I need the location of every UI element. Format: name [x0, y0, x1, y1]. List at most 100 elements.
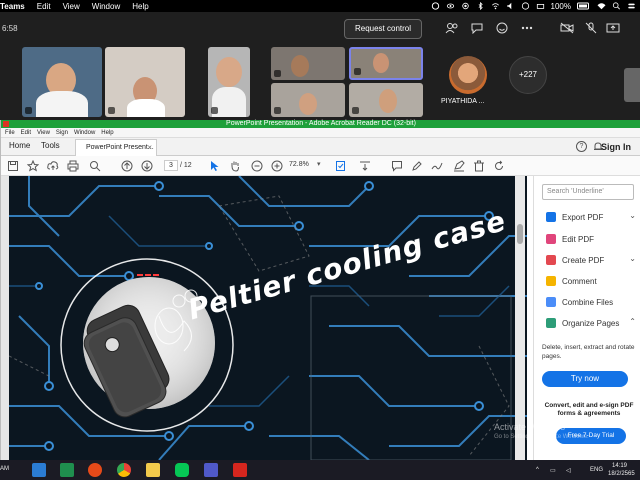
menu-window[interactable]: Window [92, 2, 120, 11]
speaker-icon[interactable]: ◁ [566, 467, 571, 474]
tab-tools[interactable]: Tools [41, 141, 60, 150]
tab-home[interactable]: Home [9, 141, 30, 150]
participant-video-tile[interactable] [271, 47, 345, 80]
participant-video-tile[interactable] [22, 47, 102, 117]
more-options-icon[interactable] [520, 22, 534, 34]
tray-chevron-icon[interactable]: ^ [536, 467, 539, 473]
menu-window[interactable]: Window [74, 130, 95, 136]
bluetooth-icon[interactable] [476, 2, 485, 10]
mic-off-icon[interactable] [584, 22, 598, 34]
tab-document[interactable]: PowerPoint Present... × [75, 139, 157, 156]
tool-export-pdf[interactable]: Export PDF ⌄ [546, 210, 636, 224]
cloud-upload-icon[interactable] [47, 160, 59, 172]
try-now-button[interactable]: Try now [542, 371, 628, 387]
teams-icon[interactable] [204, 463, 218, 477]
tools-search-input[interactable]: Search 'Underline' [542, 184, 634, 200]
zoom-dropdown-icon[interactable]: ▾ [317, 160, 321, 168]
participant-video-tile[interactable] [349, 83, 423, 117]
taskbar-date[interactable]: 18/2/2565 [608, 471, 635, 477]
participant-video-tile[interactable] [105, 47, 185, 117]
help-circle-icon[interactable] [521, 2, 530, 10]
excel-icon[interactable] [60, 463, 74, 477]
meeting-timer: 6:58 [2, 24, 18, 33]
windows-start-icon[interactable] [32, 463, 46, 477]
close-tab-icon[interactable]: × [147, 143, 152, 152]
participant-avatar[interactable] [449, 56, 487, 94]
eye-icon[interactable] [446, 2, 455, 10]
tool-organize-pages[interactable]: Organize Pages ⌃ [546, 316, 636, 330]
menu-file[interactable]: File [5, 130, 15, 136]
participant-video-tile-active[interactable] [349, 47, 423, 80]
menu-view[interactable]: View [63, 2, 80, 11]
draw-icon[interactable] [431, 160, 443, 172]
previous-page-icon[interactable] [121, 160, 133, 172]
highlight-pen-icon[interactable] [411, 160, 423, 172]
zoom-level-select[interactable]: 72.8% [289, 161, 309, 168]
fit-page-icon[interactable] [335, 160, 347, 172]
camera-off-icon[interactable] [560, 22, 574, 34]
chat-icon[interactable] [470, 22, 484, 34]
wifi-tray-icon[interactable] [491, 2, 500, 10]
chevron-down-icon[interactable]: ⌄ [629, 211, 636, 220]
pdf-page-view[interactable]: Peltier cooling case [9, 176, 527, 460]
select-cursor-icon[interactable] [209, 160, 221, 172]
control-center-icon[interactable] [627, 2, 636, 10]
scrollbar-thumb[interactable] [517, 224, 523, 244]
more-participants-button[interactable]: +227 [509, 56, 547, 94]
tool-create-pdf[interactable]: Create PDF ⌄ [546, 253, 636, 267]
chevron-down-icon[interactable]: ⌄ [629, 254, 636, 263]
delete-icon[interactable] [473, 160, 485, 172]
bookmark-star-icon[interactable] [27, 160, 39, 172]
hand-tool-icon[interactable] [229, 160, 241, 172]
fill-sign-icon[interactable] [453, 160, 465, 172]
chevron-up-icon[interactable]: ⌃ [629, 317, 636, 326]
tool-edit-pdf[interactable]: Edit PDF [546, 232, 636, 246]
participant-video-tile[interactable] [271, 83, 345, 117]
tool-comment[interactable]: Comment [546, 274, 636, 288]
participant-shirt [127, 99, 165, 117]
menu-view[interactable]: View [37, 130, 50, 136]
file-explorer-icon[interactable] [146, 463, 160, 477]
request-control-button[interactable]: Request control [344, 19, 422, 39]
menu-help[interactable]: Help [101, 130, 113, 136]
chrome-icon[interactable] [117, 463, 131, 477]
people-icon[interactable] [445, 22, 459, 34]
menu-help[interactable]: Help [132, 2, 148, 11]
menu-app-teams[interactable]: Teams [0, 2, 25, 11]
menu-edit[interactable]: Edit [37, 2, 51, 11]
reactions-icon[interactable] [495, 22, 509, 34]
tray-app-icon[interactable] [431, 2, 440, 10]
rotate-icon[interactable] [493, 160, 505, 172]
tool-combine-files[interactable]: Combine Files [546, 295, 636, 309]
language-indicator[interactable]: ENG [590, 467, 603, 473]
spotlight-icon[interactable] [612, 2, 621, 10]
share-icon[interactable] [606, 22, 620, 34]
search-icon[interactable] [89, 160, 101, 172]
menu-edit[interactable]: Edit [21, 130, 31, 136]
media-app-icon[interactable] [88, 463, 102, 477]
save-icon[interactable] [7, 160, 19, 172]
next-page-icon[interactable] [141, 160, 153, 172]
acrobat-taskbar-icon[interactable] [233, 463, 247, 477]
zoom-in-icon[interactable] [271, 160, 283, 172]
scroll-mode-icon[interactable] [359, 160, 371, 172]
participant-video-tile[interactable] [208, 47, 250, 117]
line-icon[interactable] [175, 463, 189, 477]
wifi-icon[interactable] [597, 2, 606, 10]
record-icon[interactable] [461, 2, 470, 10]
taskbar-time[interactable]: 14:19 [612, 463, 627, 469]
network-icon[interactable]: ▭ [550, 467, 556, 474]
zoom-out-icon[interactable] [251, 160, 263, 172]
left-panel-toggle[interactable] [1, 176, 9, 460]
help-icon[interactable]: ? [576, 141, 587, 152]
volume-icon[interactable] [506, 2, 515, 10]
participant-video-tile-partial[interactable] [624, 68, 640, 102]
comment-icon[interactable] [391, 160, 403, 172]
page-number-input[interactable]: 3 [164, 160, 178, 171]
print-icon[interactable] [67, 160, 79, 172]
keyboard-icon[interactable] [536, 2, 545, 10]
sign-in-button[interactable]: Sign In [601, 142, 631, 152]
vertical-scrollbar[interactable] [515, 176, 525, 460]
taskbar-left-label: AM [0, 466, 9, 472]
menu-sign[interactable]: Sign [56, 130, 68, 136]
